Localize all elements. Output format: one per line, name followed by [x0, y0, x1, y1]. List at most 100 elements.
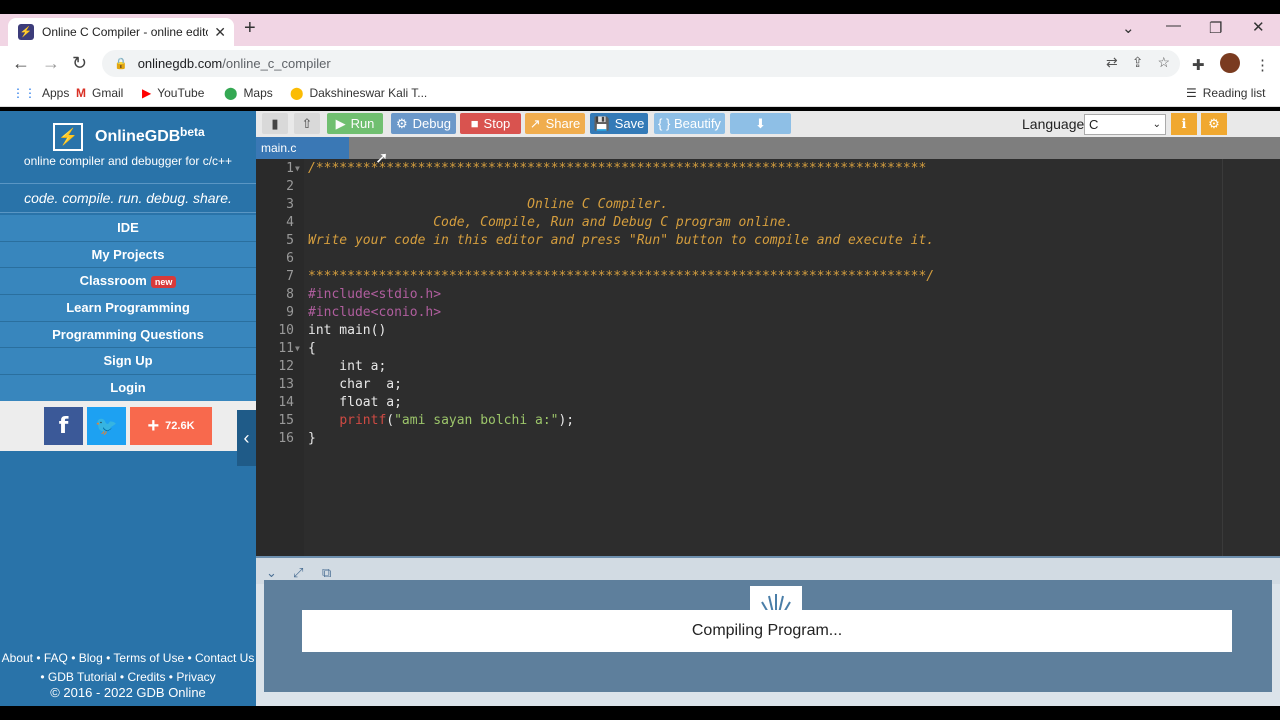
sidebar-item-classroom[interactable]: Classroom new: [0, 268, 256, 296]
beautify-label: { } Beautify: [658, 116, 721, 131]
collapse-sidebar-chevron-icon[interactable]: ‹: [237, 410, 256, 466]
window-close-icon[interactable]: ✕: [1252, 18, 1265, 36]
header-name: <conio.h>: [370, 305, 442, 320]
sidebar-item-programming-questions[interactable]: Programming Questions: [0, 321, 256, 349]
screen-top-border: [0, 0, 1280, 14]
url-domain: onlinegdb.com: [137, 56, 223, 71]
browser-tabstrip: ⚡ Online C Compiler - online editor ✕ + …: [0, 14, 1280, 46]
preprocessor: #include: [308, 305, 371, 320]
file-tab-main-c[interactable]: main.c: [256, 137, 349, 159]
run-button[interactable]: ▶ Run: [327, 113, 383, 134]
fold-arrow-icon[interactable]: ▼: [295, 160, 300, 178]
sidebar: ⚡ OnlineGDB beta online compiler and deb…: [0, 111, 256, 706]
tab-search-icon[interactable]: ⌄: [1122, 19, 1135, 37]
code-line-9: #include<conio.h>: [308, 304, 441, 322]
stop-label: Stop: [483, 116, 511, 131]
line-number: 12: [278, 359, 294, 374]
beta-label: beta: [180, 125, 205, 139]
brand-logo[interactable]: ⚡ OnlineGDB beta online compiler and deb…: [0, 111, 256, 183]
paren: (: [386, 413, 395, 428]
paren: );: [558, 413, 575, 428]
sidebar-item-learn-programming[interactable]: Learn Programming: [0, 295, 256, 322]
debug-button[interactable]: ⚙ Debug: [391, 113, 456, 134]
run-label: Run: [350, 116, 375, 131]
compiling-status-message: Compiling Program...: [302, 610, 1232, 652]
output-panel: ⌄ ⤢ ⧉ Compiling Program...: [256, 556, 1280, 706]
code-line-14: float a;: [308, 395, 402, 410]
stop-button[interactable]: ■ Stop: [460, 113, 521, 134]
back-icon[interactable]: ←: [12, 53, 30, 74]
line-number: 1: [286, 161, 294, 176]
bookmark-gmail[interactable]: M Gmail: [76, 86, 123, 100]
bookmark-label: Gmail: [92, 86, 124, 100]
extensions-icon[interactable]: ✚: [1192, 56, 1205, 74]
share-button[interactable]: ↗ Share: [525, 113, 585, 134]
share-page-icon[interactable]: ⇪: [1132, 54, 1144, 71]
twitter-share-button[interactable]: 🐦: [87, 407, 126, 445]
onlinegdb-favicon-icon: ⚡: [18, 24, 34, 40]
sidebar-item-login[interactable]: Login: [0, 375, 256, 402]
upload-icon: ⇧: [301, 115, 313, 131]
new-badge: new: [150, 275, 177, 288]
profile-avatar[interactable]: [1220, 53, 1240, 73]
footer-line-1[interactable]: About • FAQ • Blog • Terms of Use • Cont…: [0, 649, 256, 668]
bookmark-star-icon[interactable]: ☆: [1157, 54, 1170, 71]
download-button[interactable]: ⬇: [730, 113, 791, 134]
collapse-output-icon[interactable]: ⌄: [266, 565, 277, 581]
new-file-button[interactable]: ▮: [262, 113, 288, 134]
expand-output-icon[interactable]: ⤢: [293, 565, 303, 581]
settings-button[interactable]: ⚙: [1201, 113, 1227, 135]
fold-arrow-icon[interactable]: ▼: [295, 340, 300, 358]
upload-button[interactable]: ⇧: [294, 113, 320, 134]
line-number: 16: [278, 431, 294, 446]
reading-list[interactable]: ☰ Reading list: [1186, 86, 1265, 100]
code-line-13: char a;: [308, 377, 402, 392]
copy-output-icon[interactable]: ⧉: [322, 565, 331, 581]
language-select[interactable]: C ⌄: [1084, 114, 1166, 135]
line-number: 11: [278, 341, 294, 356]
bookmark-maps[interactable]: ⬤ Maps: [224, 86, 273, 100]
tab-title: Online C Compiler - online editor: [42, 25, 209, 39]
bolt-logo-icon: ⚡: [53, 123, 83, 151]
code-editor[interactable]: 1 ▼/*************************************…: [256, 159, 1280, 556]
translate-icon[interactable]: ⇄: [1106, 54, 1118, 71]
facebook-share-button[interactable]: f: [44, 407, 83, 445]
brand-subtitle: online compiler and debugger for c/c++: [23, 154, 233, 168]
beautify-button[interactable]: { } Beautify: [654, 113, 725, 134]
chevron-down-icon: ⌄: [1152, 119, 1161, 130]
sidebar-item-sign-up[interactable]: Sign Up: [0, 348, 256, 376]
apps-grid-icon: ⋮⋮: [12, 86, 36, 100]
sidebar-item-ide[interactable]: IDE: [0, 215, 256, 242]
brand-name: OnlineGDB: [95, 128, 181, 145]
social-share-bar: f 🐦 +72.6K: [0, 401, 256, 451]
bookmark-apps[interactable]: ⋮⋮ Apps: [12, 86, 69, 100]
forward-icon[interactable]: →: [42, 53, 60, 74]
bookmark-dakshineswar[interactable]: ⬤ Dakshineswar Kali T...: [290, 86, 427, 100]
code-line-7: ****************************************…: [308, 269, 935, 284]
bookmark-youtube[interactable]: ▶ YouTube: [142, 86, 204, 100]
compiling-overlay: Compiling Program...: [264, 580, 1272, 692]
footer-links[interactable]: About • FAQ • Blog • Terms of Use • Cont…: [0, 649, 256, 687]
info-button[interactable]: ℹ: [1171, 113, 1197, 135]
reload-icon[interactable]: ↻: [72, 53, 87, 74]
new-tab-icon[interactable]: +: [244, 17, 256, 40]
tab-close-icon[interactable]: ✕: [214, 24, 226, 41]
addthis-share-button[interactable]: +72.6K: [130, 407, 212, 445]
bookmark-label: Dakshineswar Kali T...: [309, 86, 428, 100]
download-icon: ⬇: [755, 115, 766, 131]
restore-icon[interactable]: ❐: [1209, 19, 1222, 37]
minimize-icon[interactable]: —: [1166, 17, 1181, 34]
code-line-12: int a;: [308, 359, 387, 374]
code-line-11: {: [308, 341, 316, 356]
save-button[interactable]: 💾 Save: [590, 113, 648, 134]
stop-icon: ■: [470, 116, 479, 131]
reading-list-label: Reading list: [1202, 86, 1266, 100]
browser-tab[interactable]: ⚡ Online C Compiler - online editor ✕: [8, 18, 234, 46]
code-line-4: Code, Compile, Run and Debug C program o…: [308, 215, 794, 230]
address-bar[interactable]: 🔒 onlinegdb.com/online_c_compiler ⇄ ⇪ ☆: [102, 50, 1180, 77]
gear-icon: ⚙: [1208, 116, 1220, 131]
sidebar-item-my-projects[interactable]: My Projects: [0, 241, 256, 269]
line-number: 7: [286, 269, 294, 284]
menu-dots-icon[interactable]: ⋮: [1255, 56, 1270, 74]
